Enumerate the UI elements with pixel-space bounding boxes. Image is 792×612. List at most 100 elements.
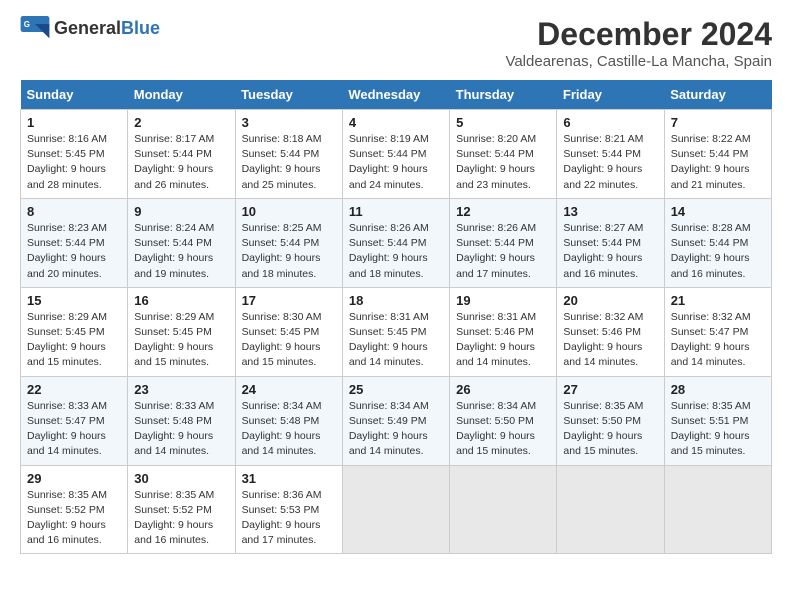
day-detail: Sunrise: 8:27 AM Sunset: 5:44 PM Dayligh… <box>563 221 657 282</box>
calendar-row: 15 Sunrise: 8:29 AM Sunset: 5:45 PM Dayl… <box>21 287 772 376</box>
calendar-cell: 31 Sunrise: 8:36 AM Sunset: 5:53 PM Dayl… <box>235 465 342 554</box>
calendar-cell: 23 Sunrise: 8:33 AM Sunset: 5:48 PM Dayl… <box>128 376 235 465</box>
calendar-cell: 30 Sunrise: 8:35 AM Sunset: 5:52 PM Dayl… <box>128 465 235 554</box>
day-detail: Sunrise: 8:16 AM Sunset: 5:45 PM Dayligh… <box>27 132 121 193</box>
logo-blue: Blue <box>121 18 160 38</box>
day-number: 4 <box>349 115 443 130</box>
day-number: 15 <box>27 293 121 308</box>
day-number: 12 <box>456 204 550 219</box>
calendar-cell: 4 Sunrise: 8:19 AM Sunset: 5:44 PM Dayli… <box>342 110 449 199</box>
day-number: 16 <box>134 293 228 308</box>
day-detail: Sunrise: 8:26 AM Sunset: 5:44 PM Dayligh… <box>349 221 443 282</box>
calendar: Sunday Monday Tuesday Wednesday Thursday… <box>20 80 772 554</box>
day-number: 20 <box>563 293 657 308</box>
day-detail: Sunrise: 8:33 AM Sunset: 5:47 PM Dayligh… <box>27 399 121 460</box>
day-number: 27 <box>563 382 657 397</box>
calendar-cell: 5 Sunrise: 8:20 AM Sunset: 5:44 PM Dayli… <box>450 110 557 199</box>
day-detail: Sunrise: 8:35 AM Sunset: 5:52 PM Dayligh… <box>134 488 228 549</box>
logo-icon: G <box>20 16 50 40</box>
day-number: 14 <box>671 204 765 219</box>
day-number: 21 <box>671 293 765 308</box>
day-detail: Sunrise: 8:32 AM Sunset: 5:46 PM Dayligh… <box>563 310 657 371</box>
calendar-cell: 26 Sunrise: 8:34 AM Sunset: 5:50 PM Dayl… <box>450 376 557 465</box>
header-thursday: Thursday <box>450 80 557 110</box>
day-detail: Sunrise: 8:22 AM Sunset: 5:44 PM Dayligh… <box>671 132 765 193</box>
calendar-cell: 17 Sunrise: 8:30 AM Sunset: 5:45 PM Dayl… <box>235 287 342 376</box>
calendar-cell: 13 Sunrise: 8:27 AM Sunset: 5:44 PM Dayl… <box>557 198 664 287</box>
day-detail: Sunrise: 8:34 AM Sunset: 5:48 PM Dayligh… <box>242 399 336 460</box>
calendar-row: 1 Sunrise: 8:16 AM Sunset: 5:45 PM Dayli… <box>21 110 772 199</box>
sub-title: Valdearenas, Castille-La Mancha, Spain <box>505 53 772 70</box>
day-number: 9 <box>134 204 228 219</box>
day-detail: Sunrise: 8:33 AM Sunset: 5:48 PM Dayligh… <box>134 399 228 460</box>
calendar-row: 22 Sunrise: 8:33 AM Sunset: 5:47 PM Dayl… <box>21 376 772 465</box>
day-number: 30 <box>134 471 228 486</box>
day-number: 1 <box>27 115 121 130</box>
day-number: 7 <box>671 115 765 130</box>
logo-general: General <box>54 18 121 38</box>
day-number: 3 <box>242 115 336 130</box>
calendar-cell <box>664 465 771 554</box>
day-detail: Sunrise: 8:18 AM Sunset: 5:44 PM Dayligh… <box>242 132 336 193</box>
day-detail: Sunrise: 8:31 AM Sunset: 5:45 PM Dayligh… <box>349 310 443 371</box>
calendar-cell: 24 Sunrise: 8:34 AM Sunset: 5:48 PM Dayl… <box>235 376 342 465</box>
day-number: 8 <box>27 204 121 219</box>
day-detail: Sunrise: 8:30 AM Sunset: 5:45 PM Dayligh… <box>242 310 336 371</box>
day-detail: Sunrise: 8:17 AM Sunset: 5:44 PM Dayligh… <box>134 132 228 193</box>
calendar-cell: 12 Sunrise: 8:26 AM Sunset: 5:44 PM Dayl… <box>450 198 557 287</box>
calendar-cell: 11 Sunrise: 8:26 AM Sunset: 5:44 PM Dayl… <box>342 198 449 287</box>
day-detail: Sunrise: 8:34 AM Sunset: 5:50 PM Dayligh… <box>456 399 550 460</box>
header-tuesday: Tuesday <box>235 80 342 110</box>
day-detail: Sunrise: 8:31 AM Sunset: 5:46 PM Dayligh… <box>456 310 550 371</box>
calendar-cell: 9 Sunrise: 8:24 AM Sunset: 5:44 PM Dayli… <box>128 198 235 287</box>
day-detail: Sunrise: 8:35 AM Sunset: 5:50 PM Dayligh… <box>563 399 657 460</box>
svg-text:G: G <box>24 20 30 29</box>
header-friday: Friday <box>557 80 664 110</box>
calendar-row: 8 Sunrise: 8:23 AM Sunset: 5:44 PM Dayli… <box>21 198 772 287</box>
day-detail: Sunrise: 8:19 AM Sunset: 5:44 PM Dayligh… <box>349 132 443 193</box>
main-title: December 2024 <box>505 16 772 53</box>
calendar-cell <box>557 465 664 554</box>
header-wednesday: Wednesday <box>342 80 449 110</box>
day-number: 28 <box>671 382 765 397</box>
logo: G GeneralBlue <box>20 16 160 40</box>
day-detail: Sunrise: 8:35 AM Sunset: 5:52 PM Dayligh… <box>27 488 121 549</box>
day-number: 17 <box>242 293 336 308</box>
title-area: December 2024 Valdearenas, Castille-La M… <box>505 16 772 70</box>
day-number: 31 <box>242 471 336 486</box>
header: G GeneralBlue December 2024 Valdearenas,… <box>20 16 772 70</box>
calendar-cell: 1 Sunrise: 8:16 AM Sunset: 5:45 PM Dayli… <box>21 110 128 199</box>
day-number: 5 <box>456 115 550 130</box>
day-number: 11 <box>349 204 443 219</box>
day-detail: Sunrise: 8:29 AM Sunset: 5:45 PM Dayligh… <box>27 310 121 371</box>
day-detail: Sunrise: 8:25 AM Sunset: 5:44 PM Dayligh… <box>242 221 336 282</box>
calendar-cell: 29 Sunrise: 8:35 AM Sunset: 5:52 PM Dayl… <box>21 465 128 554</box>
calendar-cell: 6 Sunrise: 8:21 AM Sunset: 5:44 PM Dayli… <box>557 110 664 199</box>
day-detail: Sunrise: 8:29 AM Sunset: 5:45 PM Dayligh… <box>134 310 228 371</box>
day-detail: Sunrise: 8:35 AM Sunset: 5:51 PM Dayligh… <box>671 399 765 460</box>
day-number: 2 <box>134 115 228 130</box>
calendar-cell: 20 Sunrise: 8:32 AM Sunset: 5:46 PM Dayl… <box>557 287 664 376</box>
header-monday: Monday <box>128 80 235 110</box>
day-detail: Sunrise: 8:36 AM Sunset: 5:53 PM Dayligh… <box>242 488 336 549</box>
day-number: 13 <box>563 204 657 219</box>
calendar-cell: 18 Sunrise: 8:31 AM Sunset: 5:45 PM Dayl… <box>342 287 449 376</box>
calendar-cell: 8 Sunrise: 8:23 AM Sunset: 5:44 PM Dayli… <box>21 198 128 287</box>
day-detail: Sunrise: 8:28 AM Sunset: 5:44 PM Dayligh… <box>671 221 765 282</box>
calendar-cell <box>450 465 557 554</box>
day-number: 25 <box>349 382 443 397</box>
calendar-cell: 22 Sunrise: 8:33 AM Sunset: 5:47 PM Dayl… <box>21 376 128 465</box>
day-number: 24 <box>242 382 336 397</box>
calendar-cell: 15 Sunrise: 8:29 AM Sunset: 5:45 PM Dayl… <box>21 287 128 376</box>
header-sunday: Sunday <box>21 80 128 110</box>
calendar-cell: 19 Sunrise: 8:31 AM Sunset: 5:46 PM Dayl… <box>450 287 557 376</box>
calendar-cell: 2 Sunrise: 8:17 AM Sunset: 5:44 PM Dayli… <box>128 110 235 199</box>
weekday-header-row: Sunday Monday Tuesday Wednesday Thursday… <box>21 80 772 110</box>
day-detail: Sunrise: 8:32 AM Sunset: 5:47 PM Dayligh… <box>671 310 765 371</box>
calendar-cell: 25 Sunrise: 8:34 AM Sunset: 5:49 PM Dayl… <box>342 376 449 465</box>
calendar-cell: 3 Sunrise: 8:18 AM Sunset: 5:44 PM Dayli… <box>235 110 342 199</box>
day-detail: Sunrise: 8:26 AM Sunset: 5:44 PM Dayligh… <box>456 221 550 282</box>
day-detail: Sunrise: 8:20 AM Sunset: 5:44 PM Dayligh… <box>456 132 550 193</box>
calendar-cell: 7 Sunrise: 8:22 AM Sunset: 5:44 PM Dayli… <box>664 110 771 199</box>
day-detail: Sunrise: 8:23 AM Sunset: 5:44 PM Dayligh… <box>27 221 121 282</box>
